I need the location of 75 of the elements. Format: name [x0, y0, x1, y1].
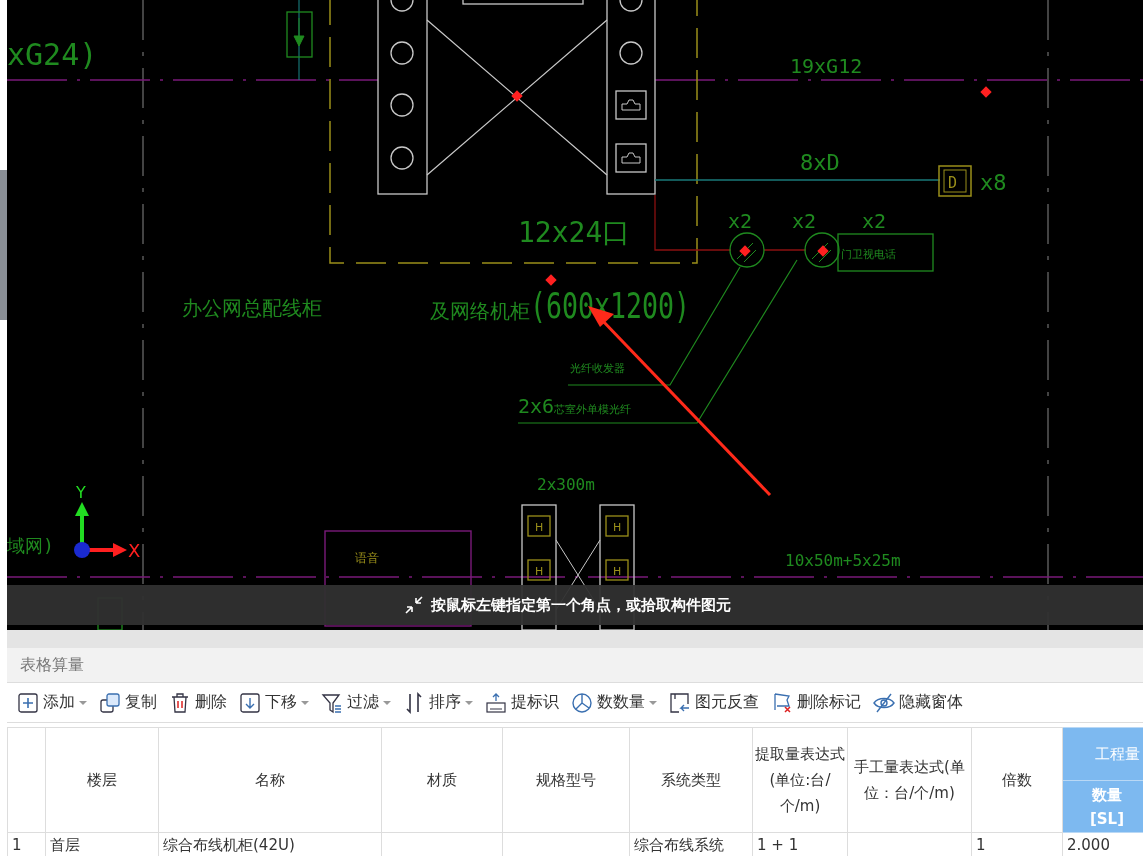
- column-header: 规格型号: [502, 727, 630, 833]
- cad-label: 12x24口: [518, 216, 631, 249]
- cad-label: 门卫视电话: [841, 248, 896, 261]
- row-number: 1: [7, 832, 46, 856]
- cad-label: x2: [728, 209, 753, 233]
- cad-label: 及网络机柜(600x1200): [430, 285, 747, 326]
- cad-label: 8xD: [800, 150, 840, 175]
- toolbar-icon: [169, 691, 191, 714]
- device-symbol: [729, 232, 765, 268]
- toolbar-icon: [321, 691, 343, 714]
- caret-icon[interactable]: [649, 699, 657, 706]
- axis-label: Y: [76, 483, 86, 502]
- toolbar-icon: [17, 691, 39, 714]
- socket-symbol: H: [527, 515, 551, 537]
- panel-title: 表格算量: [7, 648, 1143, 683]
- cad-label: 2x300m: [537, 475, 595, 494]
- toolbar-button[interactable]: 复制: [97, 691, 159, 714]
- command-hint: 按鼠标左键指定第一个角点，或拾取构件图元: [431, 595, 731, 615]
- toolbar-icon: [99, 691, 121, 714]
- toolbar-button[interactable]: 删除标记: [769, 691, 863, 714]
- cad-label: 10x50m+5x25m: [785, 551, 901, 570]
- origin-icon: [74, 542, 90, 558]
- caret-icon[interactable]: [465, 699, 473, 706]
- grip-point[interactable]: [980, 86, 992, 98]
- toolbar-button[interactable]: 提标识: [483, 691, 561, 714]
- toolbar-icon: [239, 691, 261, 714]
- d-outlet-symbol: D: [938, 165, 972, 197]
- toolbar-button[interactable]: 删除: [167, 691, 229, 714]
- caret-icon[interactable]: [79, 699, 87, 706]
- grip-point[interactable]: [739, 245, 751, 257]
- jack-symbol: [615, 90, 647, 120]
- toolbar-button[interactable]: 图元反查: [667, 691, 761, 714]
- column-header: 楼层: [45, 727, 159, 833]
- toolbar-icon: [571, 691, 593, 714]
- cad-label: 办公网总配线柜: [182, 296, 322, 320]
- cad-label: 2x6芯室外单模光纤: [518, 394, 632, 418]
- socket-symbol: H: [605, 515, 629, 537]
- toolbar-button[interactable]: 下移: [237, 691, 311, 714]
- column-header: 系统类型: [629, 727, 753, 833]
- axis-label: X: [128, 540, 141, 561]
- toolbar-icon: [771, 691, 793, 714]
- column-group-header: 工程量: [1062, 727, 1143, 781]
- socket-symbol: H: [527, 559, 551, 581]
- column-header: 名称: [158, 727, 382, 833]
- toolbar-button[interactable]: 添加: [15, 691, 89, 714]
- device-symbol: [804, 232, 840, 268]
- column-header: 提取量表达式(单位:台/个/m): [752, 727, 848, 833]
- cad-label: 域网): [7, 535, 54, 556]
- toolbar-icon: [873, 691, 895, 714]
- socket-symbol: H: [605, 559, 629, 581]
- collapse-icon: [403, 594, 425, 616]
- caret-icon[interactable]: [383, 699, 391, 706]
- column-header: 材质: [381, 727, 503, 833]
- cad-label: x8: [980, 170, 1007, 195]
- panel-handle[interactable]: [0, 170, 7, 320]
- cad-label: xG24): [7, 37, 98, 72]
- toolbar-icon: [669, 691, 691, 714]
- column-header: 倍数: [971, 727, 1063, 833]
- cad-label: 光纤收发器: [570, 362, 625, 375]
- toolbar-button[interactable]: 排序: [401, 691, 475, 714]
- column-header: 手工量表达式(单位：台/个/m): [847, 727, 972, 833]
- grip-point[interactable]: [545, 274, 557, 286]
- toolbar-button[interactable]: 过滤: [319, 691, 393, 714]
- cad-label: x2: [792, 209, 817, 233]
- cad-label: 19xG12: [790, 54, 863, 78]
- caret-icon[interactable]: [301, 699, 309, 706]
- toolbar-icon: [485, 691, 507, 714]
- grip-point[interactable]: [817, 245, 829, 257]
- jack-symbol: [615, 143, 647, 173]
- column-header: 数量[SL]: [1062, 780, 1143, 833]
- cad-label: x2: [862, 209, 887, 233]
- grip-point[interactable]: [511, 90, 523, 102]
- cad-label: 语音: [355, 551, 379, 565]
- toolbar-button[interactable]: 隐藏窗体: [871, 691, 965, 714]
- toolbar-button[interactable]: 数数量: [569, 691, 659, 714]
